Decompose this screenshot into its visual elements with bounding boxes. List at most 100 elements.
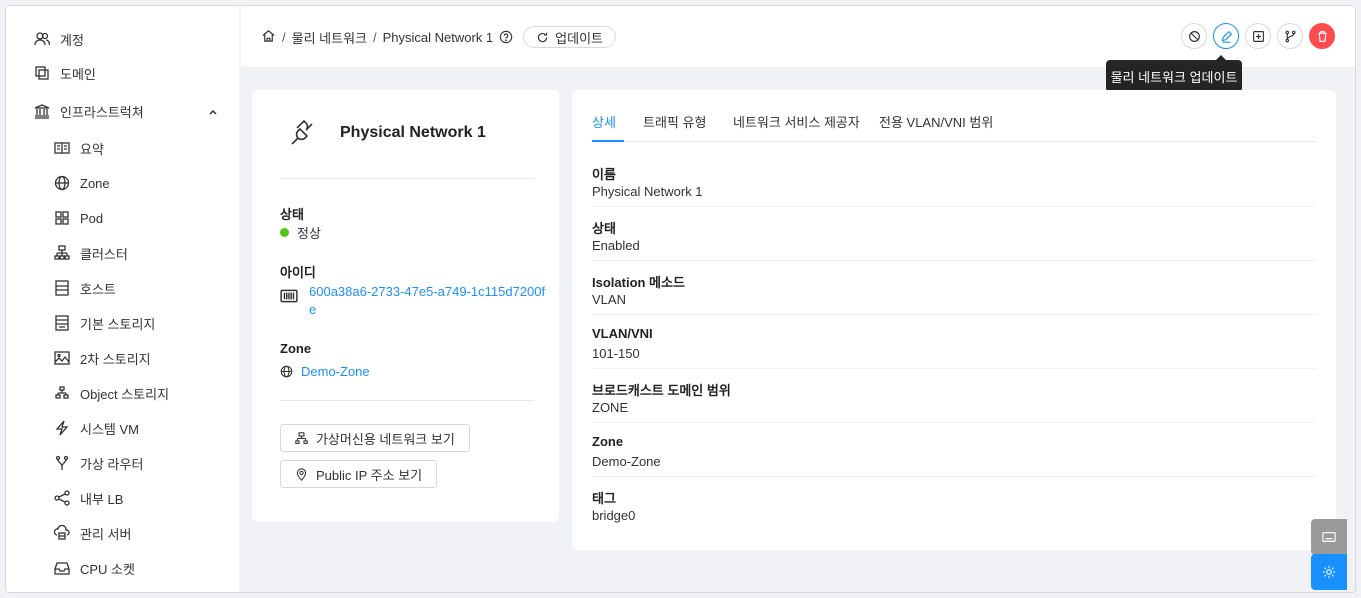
detail-label: 브로드캐스트 도메인 범위 [592, 383, 731, 398]
detail-value: Demo-Zone [592, 454, 661, 469]
zone-label: Zone [280, 341, 312, 356]
barcode-icon[interactable] [280, 287, 298, 305]
action-toolbar [1181, 23, 1335, 49]
read-icon [54, 140, 70, 156]
refresh-button[interactable]: 업데이트 [523, 26, 617, 48]
hdd-icon [54, 315, 70, 331]
sidebar-item-label: 인프라스트럭쳐 [60, 104, 144, 120]
tab-ink-bar [592, 140, 624, 142]
sidebar-item-label: 내부 LB [80, 491, 124, 507]
breadcrumb-item-physical-network[interactable]: 물리 네트워크 [292, 28, 367, 47]
sidebar-item-summary[interactable]: 요약 [6, 131, 240, 165]
view-public-ips-button[interactable]: Public IP 주소 보기 [280, 460, 438, 488]
sidebar-item-domains[interactable]: 도메인 [6, 56, 240, 90]
sidebar-item-label: Zone [80, 175, 110, 191]
detail-label: VLAN/VNI [592, 326, 653, 341]
home-icon[interactable] [261, 28, 276, 46]
edit-icon [1221, 30, 1232, 43]
sidebar-item-virtual-router[interactable]: 가상 라우터 [6, 446, 240, 480]
detail-label: 상태 [592, 221, 616, 236]
tab-traffic-types[interactable]: 트래픽 유형 [643, 112, 706, 131]
branches-icon [1284, 30, 1296, 42]
sidebar-item-clusters[interactable]: 클러스터 [6, 236, 240, 270]
detail-value: Physical Network 1 [592, 184, 703, 199]
detail-value: VLAN [592, 292, 626, 307]
gold-icon [54, 385, 70, 401]
detail-label: Isolation 메소드 [592, 275, 685, 290]
sidebar-item-label: 시스템 VM [80, 421, 139, 437]
page-header: / 물리 네트워크 / Physical Network 1 업데이트 [241, 6, 1355, 68]
appstore-icon [54, 210, 70, 226]
divider [280, 400, 534, 401]
tab-network-service-providers[interactable]: 네트워크 서비스 제공자 [733, 112, 860, 131]
bank-icon [34, 103, 50, 119]
detail-row: 태그 bridge0 [592, 478, 1316, 531]
sidebar-item-system-vm[interactable]: 시스템 VM [6, 411, 240, 445]
detail-label: Zone [592, 434, 624, 449]
zone-value: Demo-Zone [301, 364, 370, 379]
tab-dedicated-vlan-vni[interactable]: 전용 VLAN/VNI 범위 [879, 112, 993, 131]
sidebar-item-hosts[interactable]: 호스트 [6, 271, 240, 305]
status-dot [280, 228, 289, 237]
button-label: 가상머신용 네트워크 보기 [316, 431, 455, 447]
cloud-server-icon [54, 525, 70, 541]
global-icon [54, 175, 70, 191]
disable-button[interactable] [1181, 23, 1207, 49]
detail-row: VLAN/VNI 101-150 [592, 316, 1316, 369]
edit-button[interactable] [1213, 23, 1239, 49]
terminal-float-button[interactable] [1311, 519, 1347, 555]
sidebar-item-primary-storage[interactable]: 기본 스토리지 [6, 306, 240, 340]
sidebar-item-object-storage[interactable]: Object 스토리지 [6, 376, 240, 410]
zone-link[interactable]: Demo-Zone [280, 364, 370, 379]
sidebar-item-label: 관리 서버 [80, 526, 132, 542]
details-card: 상세 트래픽 유형 네트워크 서비스 제공자 전용 VLAN/VNI 범위 이름… [572, 90, 1336, 550]
detail-row: 브로드캐스트 도메인 범위 ZONE [592, 370, 1316, 423]
global-icon [280, 365, 293, 378]
tab-details[interactable]: 상세 [592, 112, 616, 131]
question-circle-icon[interactable] [499, 30, 513, 44]
sidebar-item-accounts[interactable]: 계정 [6, 22, 240, 56]
resource-id-line2: e [309, 302, 317, 317]
resource-id[interactable]: 600a38a6-2733-47e5-a749-1c115d7200f e [309, 283, 545, 319]
breadcrumb: / 물리 네트워크 / Physical Network 1 업데이트 [261, 26, 617, 48]
sidebar-item-zone[interactable]: Zone [6, 166, 240, 200]
sidebar-item-label: 호스트 [80, 281, 116, 297]
thunderbolt-icon [54, 420, 70, 436]
breadcrumb-separator: / [282, 29, 286, 45]
sidebar-item-label: 요약 [80, 141, 104, 157]
sidebar-item-management-server[interactable]: 관리 서버 [6, 516, 240, 550]
resource-name: Physical Network 1 [340, 124, 486, 141]
sidebar-item-pod[interactable]: Pod [6, 201, 240, 235]
chevron-up-icon [208, 105, 218, 115]
delete-button[interactable] [1309, 23, 1335, 49]
resource-id-line1: 600a38a6-2733-47e5-a749-1c115d7200f [309, 284, 546, 299]
detail-row: 이름 Physical Network 1 [592, 154, 1316, 207]
sidebar-item-secondary-storage[interactable]: 2차 스토리지 [6, 341, 240, 375]
tab-bar: 상세 트래픽 유형 네트워크 서비스 제공자 전용 VLAN/VNI 범위 [592, 90, 1316, 142]
detail-label: 태그 [592, 491, 616, 506]
add-traffic-type-button[interactable] [1245, 23, 1271, 49]
picture-icon [54, 350, 70, 366]
status-badge: 정상 [280, 223, 321, 242]
sidebar-item-label: Pod [80, 210, 104, 226]
detail-row: Isolation 메소드 VLAN [592, 262, 1316, 315]
api-icon [284, 116, 320, 152]
detail-row: 상태 Enabled [592, 208, 1316, 261]
sidebar-item-infrastructure[interactable]: 인프라스트럭쳐 [6, 94, 240, 128]
detail-value: ZONE [592, 400, 629, 415]
detail-value: Enabled [592, 238, 640, 253]
sidebar-item-label: 도메인 [60, 66, 96, 82]
reload-icon [538, 32, 548, 42]
divider [280, 178, 534, 179]
breadcrumb-separator: / [373, 29, 377, 45]
breadcrumb-current: Physical Network 1 [382, 29, 494, 45]
refresh-label: 업데이트 [555, 30, 604, 46]
view-guest-networks-button[interactable]: 가상머신용 네트워크 보기 [280, 424, 470, 452]
sidebar-item-label: CPU 소켓 [80, 561, 135, 577]
code-icon [1322, 532, 1336, 542]
settings-float-button[interactable] [1311, 554, 1347, 590]
sidebar-item-cpu-socket[interactable]: CPU 소켓 [6, 551, 240, 585]
sidebar-item-internal-lb[interactable]: 내부 LB [6, 481, 240, 515]
branches-button[interactable] [1277, 23, 1303, 49]
plus-square-icon [1252, 30, 1264, 42]
